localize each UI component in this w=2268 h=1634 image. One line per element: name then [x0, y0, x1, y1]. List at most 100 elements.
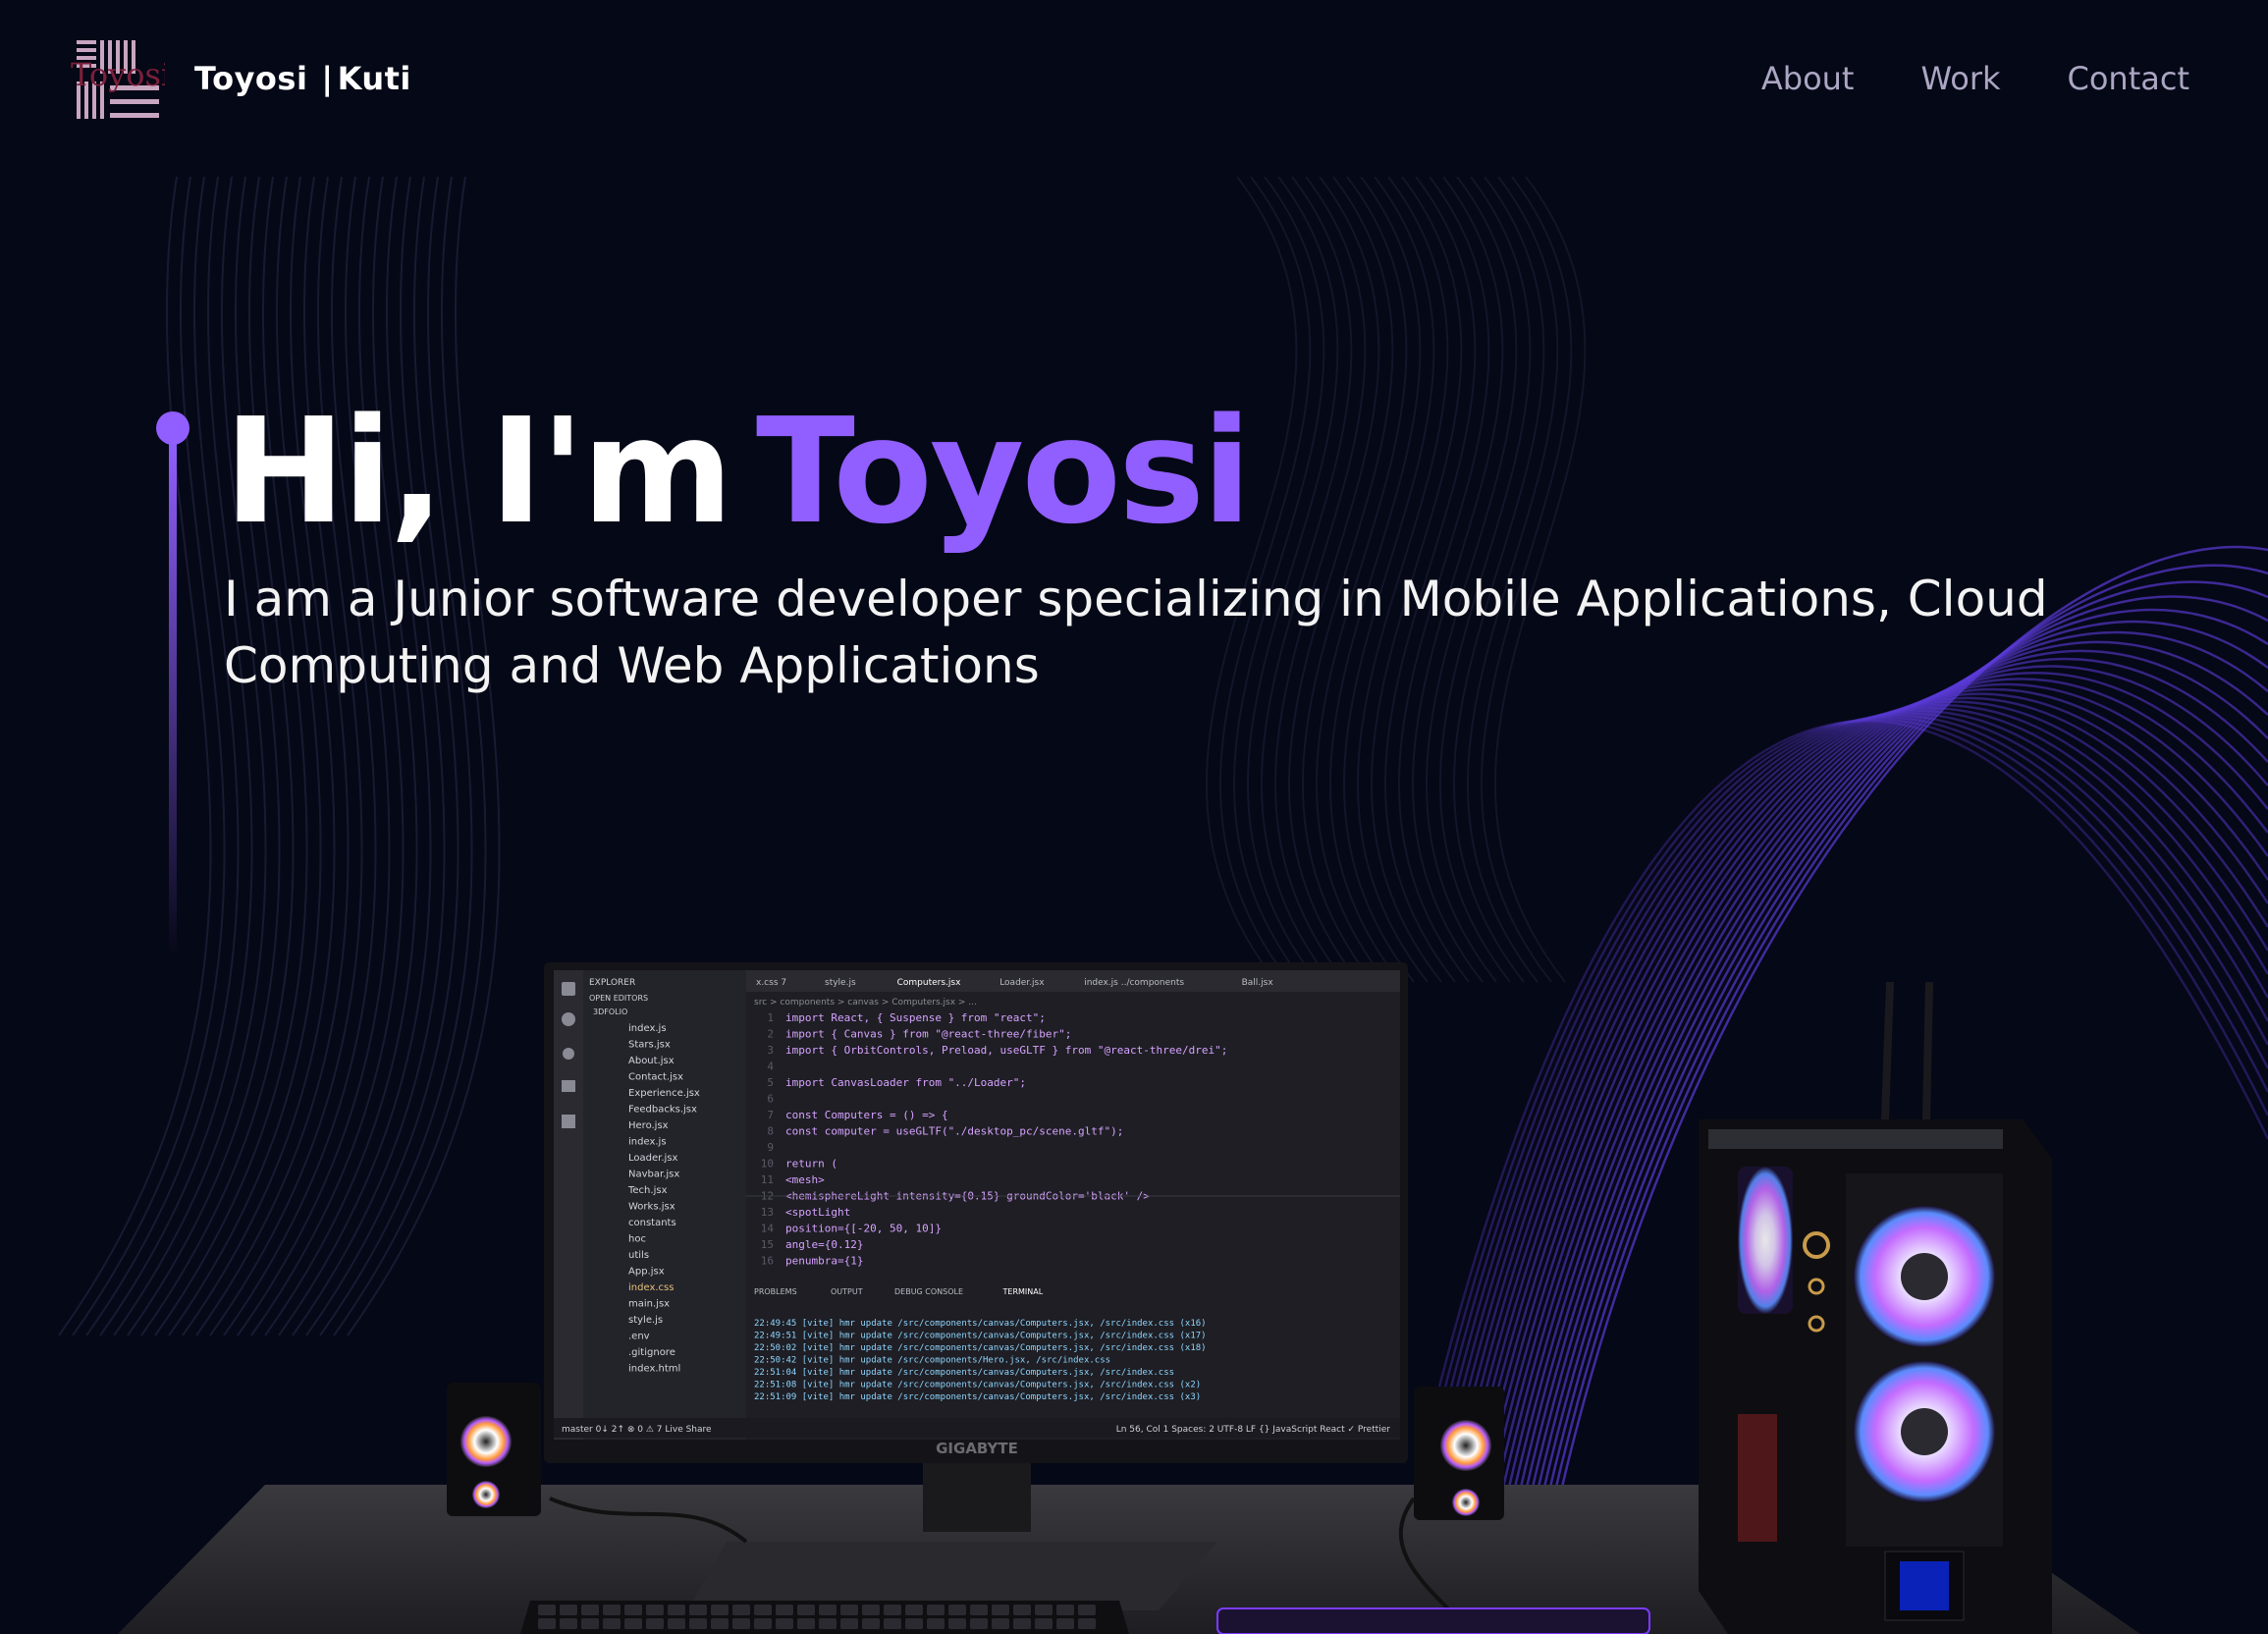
keyboard-key	[1013, 1605, 1031, 1615]
keyboard-key	[689, 1605, 707, 1615]
keyboard-key	[776, 1618, 793, 1629]
editor-tab: style.js	[825, 978, 856, 988]
code-line: import React, { Suspense } from "react";	[785, 1011, 1046, 1024]
keyboard-key	[1035, 1605, 1053, 1615]
keyboard-key	[819, 1618, 837, 1629]
keyboard-key	[1056, 1618, 1074, 1629]
keyboard-key	[711, 1618, 729, 1629]
code-line: <mesh>	[785, 1173, 825, 1186]
brand[interactable]: Toyosi Toyosi | Kuti	[71, 34, 411, 123]
explorer-file: utils	[628, 1250, 649, 1261]
keyboard-key	[732, 1605, 750, 1615]
keyboard-key	[538, 1605, 556, 1615]
keyboard-key	[581, 1618, 599, 1629]
keyboard-key	[797, 1605, 815, 1615]
keyboard-key	[905, 1618, 923, 1629]
keyboard-key	[754, 1605, 772, 1615]
logo-icon[interactable]: Toyosi	[71, 34, 165, 123]
keyboard-key	[603, 1618, 621, 1629]
navbar: Toyosi Toyosi | Kuti About Work Contact	[0, 0, 2268, 157]
panel-tab: PROBLEMS	[754, 1287, 797, 1296]
hero-accent-dot	[156, 411, 189, 445]
editor-tab: index.js ../components	[1084, 978, 1184, 988]
code-line-number: 10	[761, 1158, 774, 1171]
keyboard-key	[754, 1618, 772, 1629]
keyboard-key	[927, 1605, 945, 1615]
code-line-number: 13	[761, 1206, 774, 1219]
keyboard-key	[560, 1618, 577, 1629]
terminal-line: 22:51:08 [vite] hmr update /src/componen…	[754, 1381, 1201, 1390]
explorer-file: .gitignore	[628, 1347, 675, 1358]
code-line-number: 8	[767, 1125, 774, 1138]
keyboard-key	[905, 1605, 923, 1615]
panel-tab: OUTPUT	[831, 1287, 863, 1296]
keyboard-key	[776, 1605, 793, 1615]
brand-last-name: Kuti	[337, 60, 411, 97]
explorer-file: Experience.jsx	[628, 1088, 700, 1099]
hero-name: Toyosi	[755, 387, 1252, 556]
keyboard-key	[668, 1618, 685, 1629]
pc-logo-display	[1900, 1561, 1949, 1610]
nav-links: About Work Contact	[1761, 60, 2189, 97]
code-line-number: 9	[767, 1141, 774, 1154]
keyboard-key	[1078, 1605, 1096, 1615]
terminal-line: 22:50:02 [vite] hmr update /src/componen…	[754, 1343, 1207, 1353]
logo-text: Toyosi	[71, 56, 165, 93]
code-line-number: 7	[767, 1109, 774, 1121]
keyboard-key	[603, 1605, 621, 1615]
explorer-file: Loader.jsx	[628, 1153, 678, 1164]
keyboard-key	[668, 1605, 685, 1615]
code-line-number: 1	[767, 1011, 774, 1024]
explorer-file: .env	[628, 1332, 650, 1342]
code-line-number: 3	[767, 1044, 774, 1057]
nav-link-about[interactable]: About	[1761, 60, 1855, 97]
hero-headline: Hi, I'm Toyosi	[224, 383, 2089, 560]
explorer-file: hoc	[628, 1234, 646, 1245]
nav-link-work[interactable]: Work	[1920, 60, 2000, 97]
editor-tab: Loader.jsx	[999, 978, 1045, 988]
hero-accent-line	[156, 411, 189, 958]
explorer-file: style.js	[628, 1315, 663, 1326]
editor-tab: Ball.jsx	[1242, 978, 1274, 988]
keyboard-key	[948, 1605, 966, 1615]
explorer-file: constants	[628, 1218, 676, 1228]
keyboard-key	[1056, 1605, 1074, 1615]
keyboard-key	[970, 1618, 988, 1629]
status-left: master 0↓ 2↑ ⊗ 0 ⚠ 7 Live Share	[562, 1425, 712, 1435]
terminal-line: 22:51:04 [vite] hmr update /src/componen…	[754, 1368, 1174, 1378]
explorer-project: 3DFOLIO	[593, 1008, 627, 1016]
keyboard-key	[1078, 1618, 1096, 1629]
mousepad	[1216, 1607, 1650, 1634]
code-line-number: 15	[761, 1238, 774, 1251]
portfolio-page: Toyosi Toyosi | Kuti About Work Contact Hi…	[0, 0, 2268, 1634]
explorer-file: App.jsx	[628, 1267, 665, 1278]
code-line-number: 14	[761, 1223, 775, 1235]
terminal-line: 22:51:09 [vite] hmr update /src/componen…	[754, 1392, 1201, 1402]
code-line-number: 2	[767, 1028, 774, 1041]
router-antenna	[1881, 981, 1894, 1120]
keyboard	[520, 1601, 1129, 1634]
desktop-pc-3d-scene[interactable]: GIGABYTE EXPLORER OPEN EDITORS 3DFOLIO i…	[0, 943, 2268, 1634]
keyboard-key	[840, 1605, 858, 1615]
code-line: const computer = useGLTF("./desktop_pc/s…	[785, 1125, 1123, 1138]
explorer-file: Feedbacks.jsx	[628, 1105, 697, 1116]
monitor-stand	[923, 1453, 1031, 1532]
keyboard-key	[840, 1618, 858, 1629]
brand-name[interactable]: Toyosi | Kuti	[194, 60, 411, 97]
editor-activity-bar	[554, 970, 583, 1440]
code-line: angle={0.12}	[785, 1238, 863, 1251]
explorer-open-editors: OPEN EDITORS	[589, 994, 648, 1003]
hero-section: Hi, I'm Toyosi I am a Junior software dev…	[224, 383, 2089, 699]
keyboard-key	[797, 1618, 815, 1629]
code-line: import { OrbitControls, Preload, useGLTF…	[785, 1044, 1227, 1057]
explorer-file: Contact.jsx	[628, 1072, 683, 1083]
explorer-file: index.html	[628, 1364, 680, 1375]
keyboard-key	[689, 1618, 707, 1629]
editor-tab: Computers.jsx	[897, 978, 961, 988]
terminal-line: 22:49:51 [vite] hmr update /src/componen…	[754, 1332, 1207, 1341]
keyboard-key	[1035, 1618, 1053, 1629]
brand-separator: |	[321, 60, 334, 97]
keyboard-key	[992, 1605, 1009, 1615]
nav-link-contact[interactable]: Contact	[2068, 60, 2190, 97]
explorer-file: Tech.jsx	[627, 1185, 668, 1196]
